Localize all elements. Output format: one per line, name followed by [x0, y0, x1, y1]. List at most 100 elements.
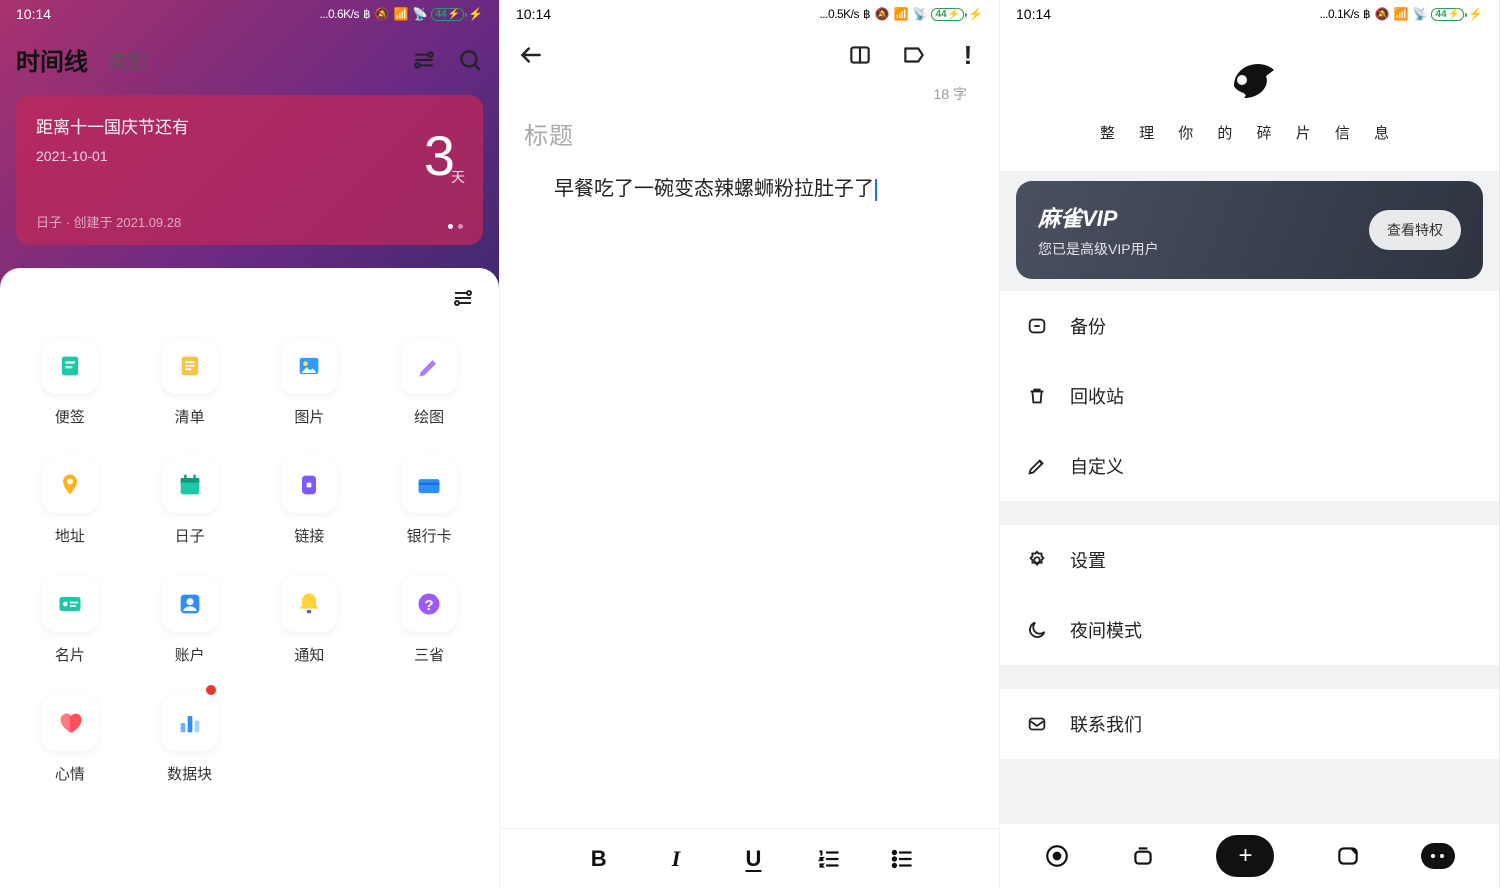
- vip-view-button[interactable]: 查看特权: [1369, 210, 1461, 250]
- brand-tagline: 整 理 你 的 碎 片 信 息: [1100, 122, 1399, 143]
- mute-icon: 🔕: [1375, 7, 1390, 21]
- menu-row-mail[interactable]: 联系我们: [1000, 689, 1499, 759]
- vip-subtitle: 您已是高级VIP用户: [1038, 239, 1159, 259]
- signal-icon: 📶: [394, 7, 409, 21]
- grid-item-bell[interactable]: 通知: [250, 562, 370, 681]
- settings-icon: [1026, 549, 1048, 571]
- grid-item-bars[interactable]: 数据块: [130, 681, 250, 800]
- card-unit: 天: [451, 167, 465, 187]
- grid-label: 清单: [175, 406, 205, 427]
- grid-item-pencil[interactable]: 绘图: [369, 324, 489, 443]
- status-right: ...0.5K/s ฿ 🔕 📶 📡 44⚡ ⚡: [819, 7, 983, 21]
- title-input[interactable]: 标题: [500, 112, 999, 155]
- wifi-icon: 📡: [413, 7, 428, 21]
- bell-icon: [281, 576, 337, 632]
- grid-label: 便签: [55, 406, 85, 427]
- vip-title: 麻雀VIP: [1038, 201, 1159, 233]
- battery-icon: 44⚡: [931, 8, 964, 21]
- status-time: 10:14: [16, 6, 51, 22]
- grid-item-pin[interactable]: 地址: [10, 443, 130, 562]
- editor-toolbar: !: [500, 28, 999, 82]
- split-icon[interactable]: [847, 42, 873, 68]
- header-backdrop: 10:14 ...0.6K/s ฿ 🔕 📶 📡 44⚡ ⚡ 时间线 类别 距离十…: [0, 0, 499, 310]
- menu-label: 设置: [1070, 547, 1106, 573]
- status-bar: 10:14 ...0.5K/s ฿ 🔕 📶 📡 44⚡ ⚡: [500, 0, 999, 28]
- italic-button[interactable]: I: [661, 846, 691, 872]
- bluetooth-icon: ฿: [863, 7, 871, 21]
- bluetooth-icon: ฿: [1363, 7, 1371, 21]
- text-caret: [875, 179, 877, 201]
- signal-icon: 📶: [1394, 7, 1409, 21]
- grid-item-link[interactable]: 链接: [250, 443, 370, 562]
- tag-icon[interactable]: [901, 42, 927, 68]
- svg-text:?: ?: [424, 597, 433, 614]
- grid-item-user[interactable]: 账户: [130, 562, 250, 681]
- grid-item-calendar[interactable]: 日子: [130, 443, 250, 562]
- menu-label: 备份: [1070, 313, 1106, 339]
- vip-card[interactable]: 麻雀VIP 您已是高级VIP用户 查看特权: [1016, 181, 1483, 279]
- menu-row-backup[interactable]: 备份: [1000, 291, 1499, 361]
- status-net: ...0.6K/s: [319, 7, 359, 21]
- question-icon: ?: [401, 576, 457, 632]
- type-grid: 便签 清单 图片 绘图地址 日子链接银行卡名片账户通知? 三省心情 数据块: [0, 314, 499, 810]
- underline-button[interactable]: U: [738, 846, 768, 872]
- battery-icon: 44⚡: [431, 8, 464, 21]
- nav-assistant-icon[interactable]: [1421, 843, 1455, 869]
- grid-item-heart[interactable]: 心情: [10, 681, 130, 800]
- search-icon[interactable]: [457, 47, 483, 73]
- body-input[interactable]: 早餐吃了一碗变态辣螺蛳粉拉肚子了: [500, 155, 999, 205]
- countdown-card[interactable]: 距离十一国庆节还有 2021-10-01 3 天 日子 · 创建于 2021.0…: [16, 95, 483, 245]
- grid-label: 三省: [414, 644, 444, 665]
- tab-timeline[interactable]: 时间线: [16, 42, 88, 77]
- unordered-list-button[interactable]: [889, 846, 915, 872]
- filter-icon[interactable]: [411, 47, 437, 73]
- grid-item-question[interactable]: ? 三省: [369, 562, 489, 681]
- back-icon[interactable]: [518, 42, 544, 68]
- grid-label: 银行卡: [407, 525, 452, 546]
- grid-item-list[interactable]: 清单: [130, 324, 250, 443]
- card-icon: [401, 457, 457, 513]
- mail-icon: [1026, 713, 1048, 735]
- status-time: 10:14: [516, 6, 551, 22]
- nav-browse-icon[interactable]: [1335, 843, 1361, 869]
- backup-icon: [1026, 315, 1048, 337]
- pin-icon: [42, 457, 98, 513]
- bold-button[interactable]: B: [584, 846, 614, 872]
- status-bar: 10:14 ...0.6K/s ฿ 🔕 📶 📡 44⚡ ⚡: [0, 0, 499, 28]
- menu-row-settings[interactable]: 设置: [1000, 525, 1499, 595]
- mute-icon: 🔕: [375, 7, 390, 21]
- grid-item-card[interactable]: 银行卡: [369, 443, 489, 562]
- charging-icon: ⚡: [468, 7, 483, 21]
- note-icon: [42, 338, 98, 394]
- status-bar: 10:14 ...0.1K/s ฿ 🔕 📶 📡 44⚡ ⚡: [1000, 0, 1499, 28]
- nav-record-icon[interactable]: [1044, 843, 1070, 869]
- grid-label: 通知: [294, 644, 324, 665]
- grid-label: 数据块: [167, 763, 212, 784]
- new-dot: [206, 685, 216, 695]
- bottom-nav: +: [1000, 824, 1499, 888]
- card-meta: 日子 · 创建于 2021.09.28: [36, 212, 181, 231]
- nav-cards-icon[interactable]: [1130, 843, 1156, 869]
- grid-item-image[interactable]: 图片: [250, 324, 370, 443]
- tab-category[interactable]: 类别: [108, 45, 148, 74]
- trash-icon: [1026, 385, 1048, 407]
- priority-icon[interactable]: !: [955, 42, 981, 68]
- grid-label: 心情: [55, 763, 85, 784]
- menu-label: 回收站: [1070, 383, 1124, 409]
- grid-label: 地址: [55, 525, 85, 546]
- wifi-icon: 📡: [1413, 7, 1428, 21]
- battery-icon: 44⚡: [1431, 8, 1464, 21]
- nav-add-button[interactable]: +: [1216, 835, 1274, 877]
- menu-row-trash[interactable]: 回收站: [1000, 361, 1499, 431]
- menu-row-edit[interactable]: 自定义: [1000, 431, 1499, 501]
- grid-item-idcard[interactable]: 名片: [10, 562, 130, 681]
- wifi-icon: 📡: [913, 7, 928, 21]
- grid-item-note[interactable]: 便签: [10, 324, 130, 443]
- sheet-filter-icon[interactable]: [451, 286, 475, 310]
- menu-row-moon[interactable]: 夜间模式: [1000, 595, 1499, 665]
- ordered-list-button[interactable]: [816, 846, 842, 872]
- grid-label: 图片: [294, 406, 324, 427]
- body-text: 早餐吃了一碗变态辣螺蛳粉拉肚子了: [554, 178, 874, 200]
- status-net: ...0.5K/s: [819, 7, 859, 21]
- menu-group-3: 联系我们: [1000, 689, 1499, 759]
